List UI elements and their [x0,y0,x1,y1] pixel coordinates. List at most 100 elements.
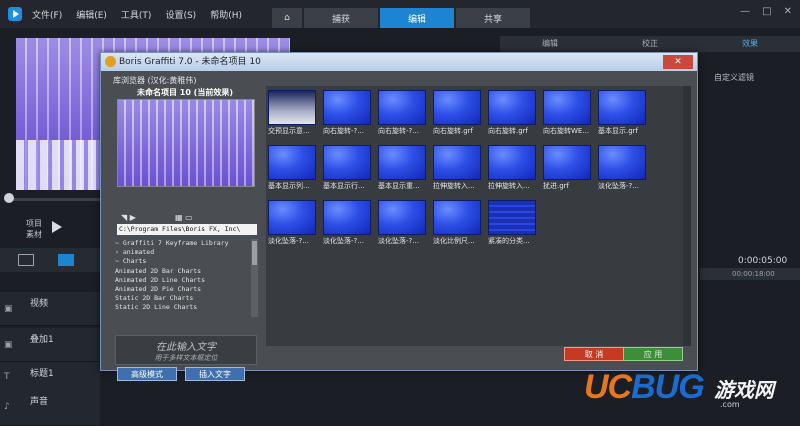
effect-thumbnail-label: 拉伸旋转入... [433,182,475,190]
apply-button[interactable]: 应 用 [623,347,683,361]
tab-effects[interactable]: 效果 [700,36,800,52]
menu-help[interactable]: 帮助(H) [210,8,242,21]
preview-play-controls[interactable]: ◥ ▶ [121,213,136,222]
project-mode-label[interactable]: 项目 [26,218,42,229]
effect-thumbnail-image [268,90,316,125]
tree-item[interactable]: Static 2D Bar Charts [115,294,251,303]
track-label: 声音 [30,397,49,407]
audio-track-icon: ♪ [4,402,10,412]
tree-item[interactable]: ~ Charts [115,257,251,266]
effect-thumbnail[interactable]: 淡化坠落-?... [323,200,371,247]
effect-thumbnail[interactable]: 拉伸旋转入... [433,145,481,192]
effect-thumbnail-image [378,200,426,235]
timeline-view-icon[interactable] [58,254,74,266]
effect-thumbnail[interactable]: 基本显示行... [323,145,371,192]
effect-thumbnail[interactable]: 基本显示列... [268,145,316,192]
close-window-icon[interactable]: ✕ [784,6,792,17]
tree-item[interactable]: ~ Graffiti 7 Keyframe Library [115,239,251,248]
list-view-icon[interactable]: ▭ [185,213,193,222]
track-label: 视频 [30,299,49,309]
effect-thumbnail[interactable]: 淡化坠落-?... [268,200,316,247]
tree-item[interactable]: Animated 2D Line Charts [115,276,251,285]
effect-thumbnail[interactable]: 紧凑的分类... [488,200,536,247]
watermark-cn-text: 游戏网 [714,378,774,402]
effect-thumbnail[interactable]: 向右旋转-?... [323,90,371,137]
library-path-select[interactable]: C:\Program Files\Boris FX, Inc\ [117,224,257,235]
title-track-icon: T [4,372,10,382]
tab-capture[interactable]: 捕获 [304,8,378,28]
video-track-icon: ▣ [4,304,13,314]
play-preview-icon[interactable]: ▶ [130,213,136,222]
library-tree[interactable]: ~ Graffiti 7 Keyframe Library › animated… [115,239,251,317]
home-tab[interactable]: ⌂ [272,8,302,28]
library-browser-title: 库浏览器 (汉化:黄稚伟) [113,76,197,85]
effect-thumbnail[interactable]: 基本显示重... [378,145,426,192]
cancel-button[interactable]: 取 消 [564,347,624,361]
effect-thumbnail-image [433,90,481,125]
home-icon: ⌂ [284,13,290,23]
watermark-url: .com [720,400,740,409]
dialog-title-bar[interactable]: Boris Graffiti 7.0 - 未命名项目 10 ✕ [101,53,697,71]
effect-thumbnail[interactable]: 向右旋转WE... [543,90,591,137]
effect-thumbnail[interactable]: 向右旋转-?... [378,90,426,137]
insert-text-button[interactable]: 插入文字 [185,367,245,381]
dialog-title: Boris Graffiti 7.0 - 未命名项目 10 [119,57,261,67]
effect-thumbnail[interactable]: 淡化坠落-?... [378,200,426,247]
effect-thumbnail[interactable]: 淡化比例尺... [433,200,481,247]
track-label: 标题1 [30,369,54,379]
advanced-mode-button[interactable]: 高级模式 [117,367,177,381]
clip-mode-label[interactable]: 素材 [26,229,42,240]
library-browser-pane: 库浏览器 (汉化:黄稚伟) 未命名项目 10 (当前效果) ◥ ▶ ▦ ▭ C:… [111,73,259,381]
tab-edit[interactable]: 编辑 [380,8,454,28]
tree-item[interactable]: Static 2D Line Charts [115,303,251,312]
tab-correct[interactable]: 校正 [600,36,700,52]
effect-thumbnail-image [268,145,316,180]
graffiti-app-icon [105,56,116,67]
grid-scrollbar[interactable] [683,86,691,346]
effect-thumbnail-label: 淡化坠落-?... [268,237,309,245]
dialog-close-button[interactable]: ✕ [663,55,693,69]
tab-share[interactable]: 共享 [456,8,530,28]
effect-thumbnail-image [268,200,316,235]
ucbug-watermark: UCBUG 游戏网 .com [584,368,784,416]
maximize-icon[interactable]: □ [762,6,771,17]
effect-thumbnail[interactable]: 交预显示意... [268,90,316,137]
grid-view-icon[interactable]: ▦ [175,213,183,222]
menu-file[interactable]: 文件(F) [32,8,62,21]
tree-item[interactable]: › animated [115,248,251,257]
graffiti-dialog: Boris Graffiti 7.0 - 未命名项目 10 ✕ 库浏览器 (汉化… [100,52,698,381]
timeline-ruler[interactable]: 00:00:18:00 [700,268,800,280]
effect-thumbnail-label: 向右旋转-?... [378,127,419,135]
effect-thumbnail[interactable]: 向右旋转.grf [433,90,481,137]
effect-thumbnail[interactable]: 淡化坠落-?... [598,145,646,192]
effect-thumbnail-image [543,145,591,180]
effect-thumbnail[interactable]: 扰进.grf [543,145,591,192]
tree-scrollbar[interactable] [251,239,258,317]
storyboard-view-icon[interactable] [18,254,34,266]
effect-thumbnail-label: 向右旋转WE... [543,127,590,135]
timecode-display[interactable]: 0:00:05:00 [738,256,787,266]
tree-item[interactable]: Animated 2D Bar Charts [115,267,251,276]
tree-item[interactable]: Animated 2D Pie Charts [115,285,251,294]
menu-tools[interactable]: 工具(T) [121,8,152,21]
effect-thumbnail[interactable]: 拉伸旋转入... [488,145,536,192]
effect-thumbnail-image [378,90,426,125]
scrub-handle[interactable] [4,193,14,203]
tab-edit-panel[interactable]: 编辑 [500,36,600,52]
effect-thumbnail-image [598,90,646,125]
track-title: T 标题1 [0,362,100,396]
effect-thumbnail-image [488,145,536,180]
view-mode-controls[interactable]: ▦ ▭ [175,213,193,222]
menu-edit[interactable]: 编辑(E) [76,8,107,21]
minimize-icon[interactable]: — [740,6,750,17]
text-entry-box[interactable]: 在此输入文字 用于多样文本框定位 [115,335,257,365]
effect-thumbnail-label: 向右旋转.grf [488,127,529,135]
menu-settings[interactable]: 设置(S) [165,8,196,21]
pointer-icon[interactable]: ◥ [121,213,127,222]
effect-thumbnail[interactable]: 基本显示.grf [598,90,646,137]
custom-filter-label[interactable]: 自定义滤镜 [714,72,754,83]
effect-thumbnail-label: 基本显示列... [268,182,310,190]
effect-thumbnail[interactable]: 向右旋转.grf [488,90,536,137]
effect-thumbnail-label: 淡化坠落-?... [323,237,364,245]
play-icon[interactable] [52,221,62,233]
